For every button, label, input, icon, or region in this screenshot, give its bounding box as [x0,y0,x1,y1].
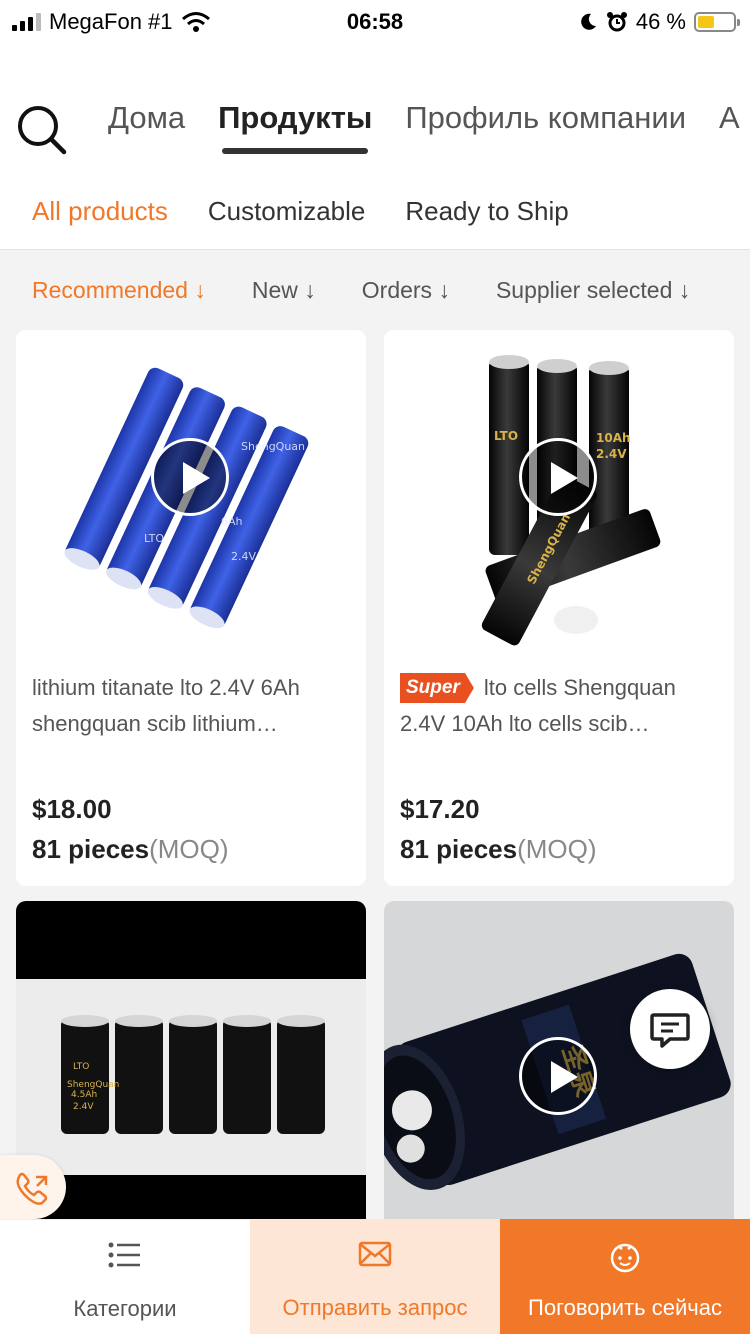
sort-recommended[interactable]: Recommended ↓ [32,277,206,304]
product-moq: 81 pieces(MOQ) [400,834,597,864]
page: MegaFon #1 06:58 46 % Дома Продукты Проф… [0,0,750,1334]
call-icon [16,1172,48,1205]
product-moq: 81 pieces(MOQ) [32,834,229,864]
active-tab-indicator [222,148,369,154]
battery-print-voltage: 2.4V [231,550,256,563]
chat-now-label: Поговорить сейчас [528,1295,722,1320]
product-card[interactable]: LTO 4.5Ah 2.4V ShengQuan [16,901,366,1231]
list-icon [108,1242,140,1268]
call-floating-button[interactable] [0,1155,66,1219]
product-title[interactable]: lithium titanate lto 2.4V 6Ah shengquan … [32,670,346,742]
tab-company-profile[interactable]: Профиль компании [405,100,686,140]
battery-print-brand: ShengQuan [67,1080,119,1090]
battery-illustration: LTO 4.5Ah 2.4V ShengQuan [16,979,366,1175]
product-filter-tabs: All products Customizable Ready to Ship [32,196,569,227]
battery-print-lto: LTO [144,532,164,545]
alarm-icon [606,12,627,32]
subtab-customizable[interactable]: Customizable [208,196,366,227]
play-icon[interactable] [519,1037,597,1115]
product-image[interactable]: LTO 4.5Ah 2.4V ShengQuan [16,901,366,1231]
chat-icon [650,1013,690,1048]
sort-new[interactable]: New ↓ [252,277,316,304]
top-navigation: Дома Продукты Профиль компании А All pro… [0,44,750,250]
subtab-all-products[interactable]: All products [32,196,168,227]
chat-floating-button[interactable] [630,989,710,1069]
status-bar: MegaFon #1 06:58 46 % [0,0,750,44]
carrier-label: MegaFon #1 [49,9,173,34]
main-tabs: Дома Продукты Профиль компании А [108,100,740,154]
battery-print-capacity: 4.5Ah [71,1090,97,1100]
battery-print-lto: LTO [73,1062,89,1072]
tab-overflow[interactable]: А [719,100,740,140]
sort-orders[interactable]: Orders ↓ [362,277,450,304]
send-inquiry-label: Отправить запрос [282,1295,468,1320]
battery-print-voltage: 2.4V [596,447,627,461]
categories-label: Категории [73,1296,177,1321]
super-badge: Super [400,673,474,703]
bottom-action-bar: Категории Отправить запрос Поговорить се… [0,1219,750,1334]
smile-icon [610,1243,640,1273]
battery-print-lto: LTO [494,429,518,443]
chat-now-button[interactable]: Поговорить сейчас [500,1219,750,1334]
subtab-ready-to-ship[interactable]: Ready to Ship [405,196,568,227]
send-inquiry-button[interactable]: Отправить запрос [250,1219,500,1334]
product-image[interactable]: LTO 10Ah 2.4V ShengQuan [384,330,734,655]
battery-print-voltage: 2.4V [73,1102,94,1112]
categories-button[interactable]: Категории [0,1219,250,1334]
mail-icon [358,1241,392,1267]
battery-icon [694,12,740,32]
search-icon[interactable] [16,104,68,156]
battery-print-capacity: 6Ah [221,515,243,528]
product-title[interactable]: Super lto cells Shengquan 2.4V 10Ah lto c… [400,670,714,742]
sort-supplier-selected[interactable]: Supplier selected ↓ [496,277,690,304]
play-icon[interactable] [519,438,597,516]
product-card[interactable]: LTO 10Ah 2.4V ShengQuan Super lto cells S… [384,330,734,886]
signal-icon [12,13,41,31]
tab-home[interactable]: Дома [108,100,185,140]
tab-products[interactable]: Продукты [218,100,372,154]
sort-bar: Recommended ↓ New ↓ Orders ↓ Supplier se… [0,250,750,330]
moon-icon [581,13,596,30]
battery-print-capacity: 10Ah [596,431,631,445]
product-price: $17.20 [400,794,480,824]
product-price: $18.00 [32,794,112,824]
play-icon[interactable] [151,438,229,516]
battery-percent: 46 % [635,9,686,34]
battery-print-brand: ShengQuan [241,440,305,453]
product-card[interactable]: LTO 6Ah 2.4V ShengQuan lithium titanate … [16,330,366,886]
product-image[interactable]: LTO 6Ah 2.4V ShengQuan [16,330,366,655]
wifi-icon [181,12,210,32]
